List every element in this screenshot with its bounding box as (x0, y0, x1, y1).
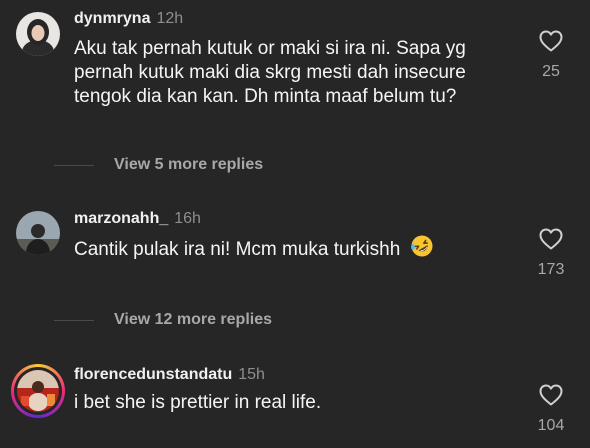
avatar-inner (14, 367, 62, 415)
heart-outline-icon[interactable] (539, 384, 563, 406)
comment-meta: florencedunstandatu 15h (74, 366, 265, 384)
like-control: 25 (530, 30, 572, 81)
view-replies[interactable]: View 12 more replies (54, 311, 272, 329)
comment-text: Cantik pulak ira ni! Mcm muka turkishh (74, 234, 514, 265)
avatar-image (16, 12, 60, 56)
heart-outline-icon[interactable] (539, 228, 563, 250)
view-replies-label[interactable]: View 12 more replies (114, 311, 272, 329)
comment-text: i bet she is prettier in real life. (74, 392, 322, 413)
rolling-on-floor-laughing-emoji-icon (410, 234, 434, 265)
view-replies[interactable]: View 5 more replies (54, 156, 263, 174)
timestamp: 12h (156, 10, 184, 27)
comment-text: Aku tak pernah kutuk or maki si ira ni. … (74, 38, 466, 107)
avatar[interactable] (16, 12, 60, 56)
like-control: 104 (530, 384, 572, 435)
like-control: 173 (530, 228, 572, 279)
timestamp: 15h (238, 366, 265, 383)
avatar-image (16, 211, 60, 255)
avatar-with-story-ring[interactable] (11, 364, 65, 418)
replies-divider (54, 319, 94, 321)
like-count: 25 (542, 63, 560, 80)
username[interactable]: dynmryna (74, 10, 150, 27)
comment-meta: dynmryna 12h (74, 10, 183, 28)
heart-outline-icon[interactable] (539, 30, 563, 52)
avatar[interactable] (16, 211, 60, 255)
username[interactable]: marzonahh_ (74, 210, 168, 227)
comment-meta: marzonahh_ 16h (74, 210, 201, 228)
like-count: 173 (537, 261, 565, 278)
replies-divider (54, 164, 94, 166)
timestamp: 16h (174, 210, 201, 227)
username[interactable]: florencedunstandatu (74, 366, 232, 383)
like-count: 104 (537, 417, 565, 434)
comment-text-body: Cantik pulak ira ni! Mcm muka turkishh (74, 239, 401, 260)
avatar-image (17, 370, 59, 412)
view-replies-label[interactable]: View 5 more replies (114, 156, 263, 174)
